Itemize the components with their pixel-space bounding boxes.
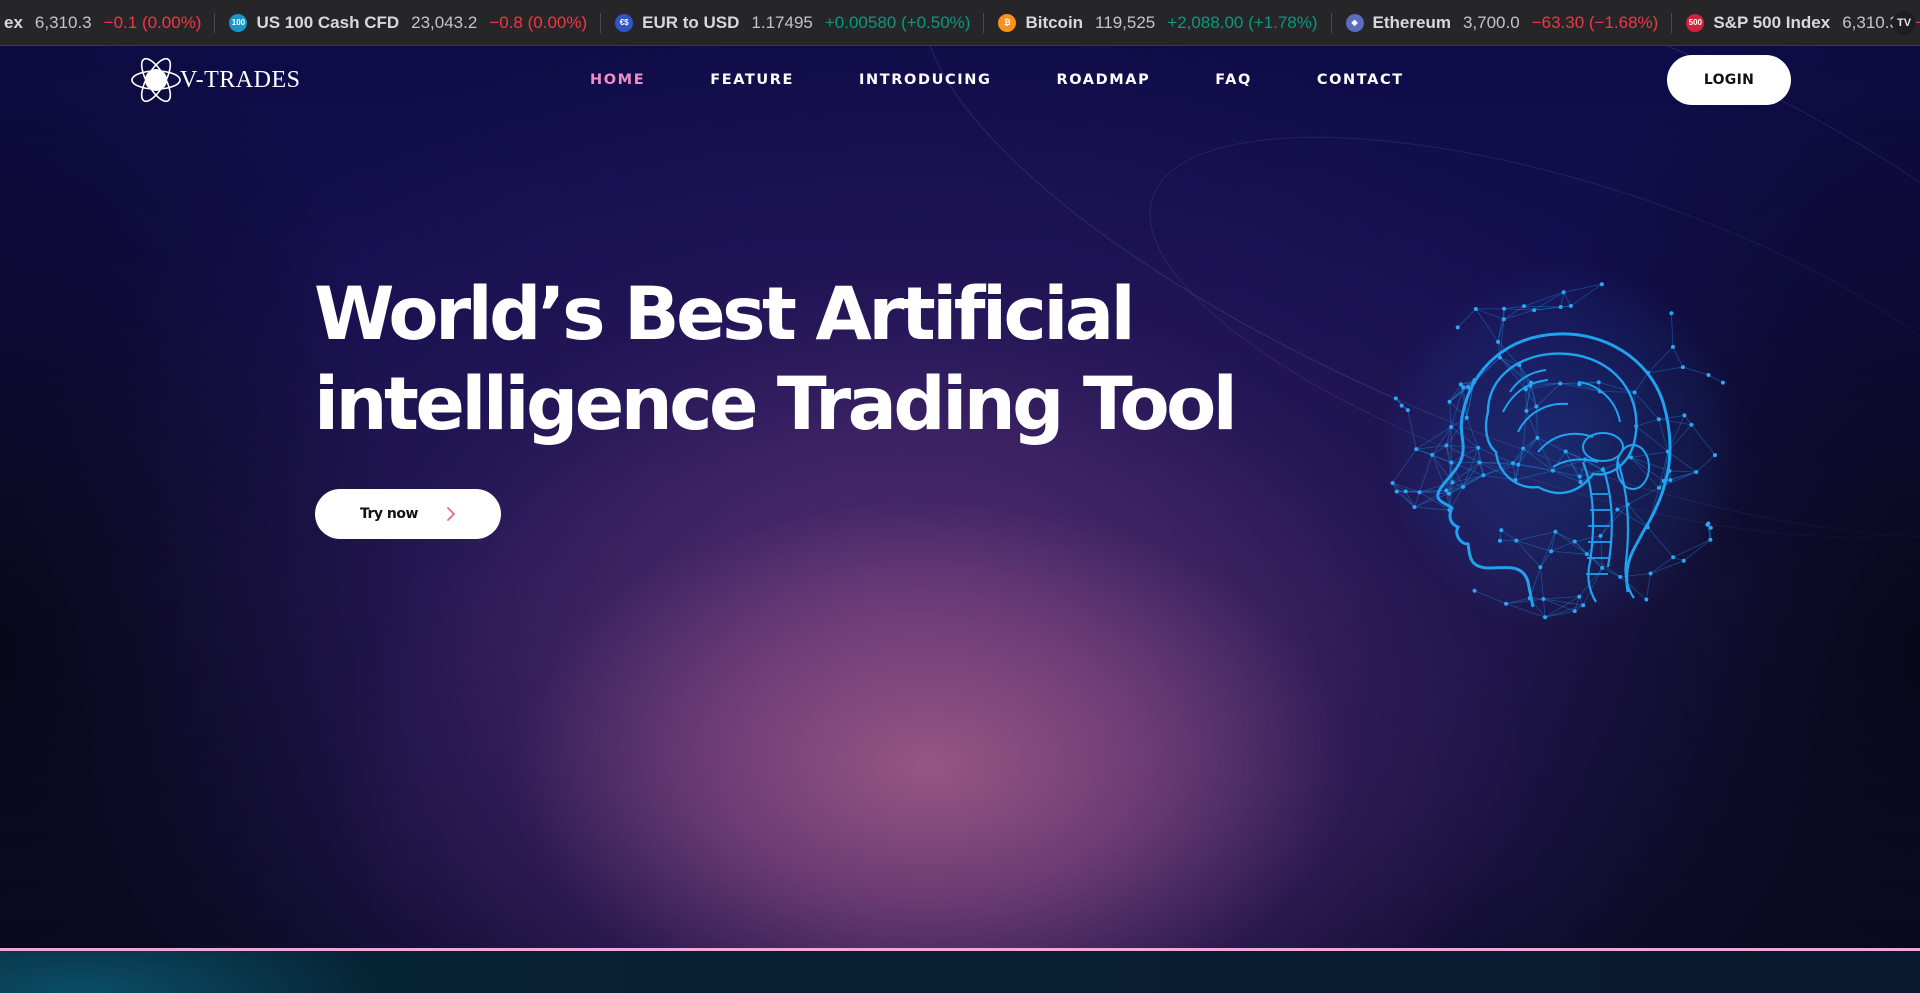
ticker-logo-icon: ₿ [998,13,1017,32]
atom-logo-icon [131,57,181,103]
chevron-right-icon [447,507,455,521]
next-section-preview [0,951,1920,993]
ticker-symbol-name: Bitcoin [1025,13,1084,32]
try-now-label: Try now [360,506,418,522]
nav-link-introducing[interactable]: INTRODUCING [859,72,991,88]
hero-headline: World’s Best Artificial intelligence Tra… [314,270,1238,450]
ticker-price: 3,700.0 [1462,13,1520,32]
ticker-item[interactable]: 100 US 100 Cash CFD 23,043.2 −0.8 (0.00%) [215,0,601,45]
ticker-change: +0.00580 (+0.50%) [824,13,971,32]
ticker-symbol-name: Ethereum [1372,13,1451,32]
try-now-button[interactable]: Try now [315,489,501,539]
ticker-logo-icon: €$ [615,13,634,32]
ticker-item[interactable]: €$ EUR to USD 1.17495 +0.00580 (+0.50%) [601,0,985,45]
ticker-change: −63.30 (−1.68%) [1531,13,1659,32]
nav-link-home[interactable]: HOME [590,72,645,88]
nav-link-roadmap[interactable]: ROADMAP [1056,72,1150,88]
ticker-logo-icon: 500 [1686,13,1705,32]
ticker-item[interactable]: ex 6,310.3 −0.1 (0.00%) [0,0,216,45]
ticker-item[interactable]: ₿ Bitcoin 119,525 +2,088.00 (+1.78%) [984,0,1332,45]
nav-link-faq[interactable]: FAQ [1215,72,1252,88]
ticker-logo-icon: 100 [229,13,248,32]
ticker-change: −0.8 (0.00%) [489,13,588,32]
ticker-change: −0.1 (0.00%) [103,13,202,32]
nav-menu: HOME FEATURE INTRODUCING ROADMAP FAQ CONTACT [590,46,1469,114]
nav-link-feature[interactable]: FEATURE [710,72,794,88]
tradingview-logo-icon[interactable]: TV [1892,11,1916,35]
brand-name: V-TRADES [180,66,301,93]
nav-link-contact[interactable]: CONTACT [1317,72,1404,88]
ai-brain-globe-illustration [1381,265,1745,629]
brand-logo[interactable]: V-TRADES [128,52,300,108]
ticker-price: 6,310.3 [1842,13,1899,32]
ticker-price: 6,310.3 [34,13,92,32]
ticker-tape: ex 6,310.3 −0.1 (0.00%) 100 US 100 Cash CFD 2… [0,0,1920,46]
ticker-symbol-name: S&P 500 Index [1713,13,1831,32]
ticker-price: 119,525 [1095,13,1156,32]
ticker-item[interactable]: 500S&P 500 Index6,310.3−0.1 (0.00%) [1672,0,1920,45]
ticker-price: 23,043.2 [411,13,478,32]
ticker-symbol-name: ex [4,13,23,32]
ticker-track: ex 6,310.3 −0.1 (0.00%) 100 US 100 Cash CFD 2… [0,0,1920,45]
ticker-logo-icon: ◆ [1345,13,1364,32]
ticker-symbol-name: US 100 Cash CFD [256,13,400,32]
headline-line-2: intelligence Trading Tool [314,362,1238,447]
headline-line-1: World’s Best Artificial [314,272,1136,357]
ticker-price: 1.17495 [751,13,813,32]
ticker-change: +2,088.00 (+1.78%) [1167,13,1318,32]
main-navigation: V-TRADES HOME FEATURE INTRODUCING ROADMAP FA… [0,46,1920,114]
ticker-symbol-name: EUR to USD [642,13,740,32]
ticker-item[interactable]: ◆ Ethereum 3,700.0 −63.30 (−1.68%) [1332,0,1673,45]
login-button[interactable]: LOGIN [1667,55,1791,105]
